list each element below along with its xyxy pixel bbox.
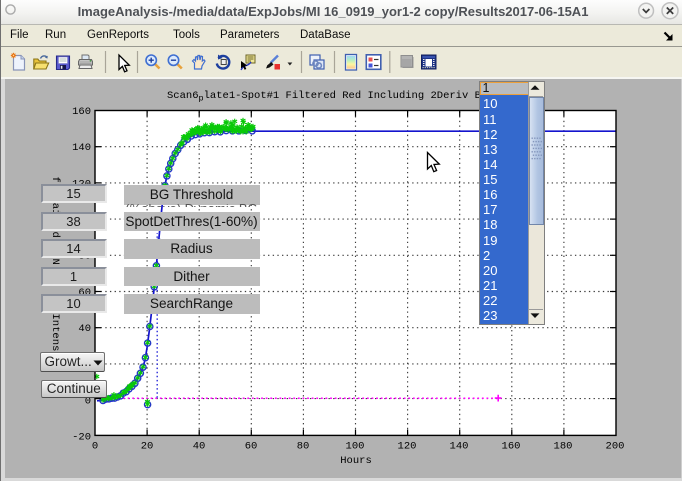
svg-text:60: 60: [245, 441, 258, 453]
svg-text:20: 20: [141, 441, 154, 453]
svg-text:80: 80: [297, 441, 310, 453]
svg-text:140: 140: [450, 441, 469, 453]
svg-text:0: 0: [92, 441, 98, 453]
svg-text:-20: -20: [72, 432, 91, 444]
svg-text:120: 120: [398, 441, 417, 453]
svg-text:d: d: [49, 232, 61, 238]
svg-text:Hours: Hours: [340, 455, 372, 467]
svg-text:160: 160: [502, 441, 521, 453]
svg-text:f: f: [49, 177, 61, 183]
svg-text:40: 40: [78, 323, 91, 335]
svg-text:N: N: [49, 259, 61, 265]
svg-text:40: 40: [193, 441, 206, 453]
svg-text:140: 140: [72, 142, 91, 154]
svg-text:100: 100: [346, 441, 365, 453]
svg-text:180: 180: [554, 441, 573, 453]
svg-text:Scan6plate1-Spot#1 Filtered Re: Scan6plate1-Spot#1 Filtered Red Includin…: [167, 90, 487, 104]
svg-text:160: 160: [72, 106, 91, 118]
svg-text:200: 200: [606, 441, 625, 453]
